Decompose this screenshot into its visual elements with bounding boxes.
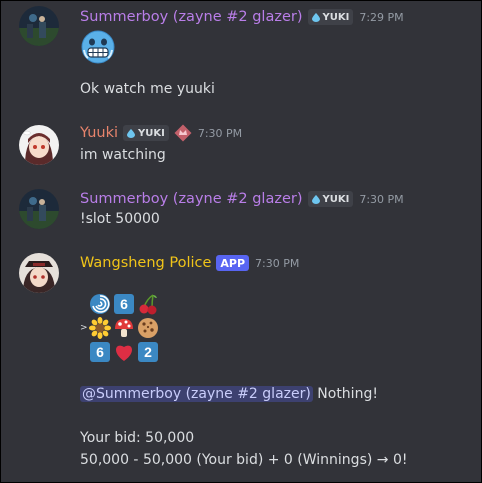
slot-machine-result: 6 > 6 2: [80, 292, 170, 364]
bid-line: Your bid: 50,000: [80, 430, 195, 446]
keycap-2-emoji: 2: [137, 341, 159, 363]
server-tag[interactable]: YUKI: [123, 125, 169, 141]
result-text: Nothing!: [312, 386, 378, 402]
user-mention[interactable]: @Summerboy (zayne #2 glazer): [80, 386, 313, 402]
droplet-icon: [311, 12, 320, 22]
pink-crown-badge-icon[interactable]: [174, 124, 192, 142]
calculation-line: 50,000 - 50,000 (Your bid) + 0 (Winnings…: [80, 452, 408, 468]
droplet-icon: [311, 194, 320, 204]
username[interactable]: Yuuki: [80, 125, 118, 141]
message-text: im watching: [80, 147, 166, 163]
avatar-summerboy[interactable]: [19, 189, 59, 229]
username[interactable]: Wangsheng Police: [80, 255, 211, 271]
chat-log: Summerboy (zayne #2 glazer) YUKI 7:29 PM: [0, 0, 482, 483]
slot-row: >: [80, 316, 170, 340]
username[interactable]: Summerboy (zayne #2 glazer): [80, 191, 303, 207]
server-tag[interactable]: YUKI: [307, 9, 354, 25]
avatar-wangsheng-police[interactable]: [19, 253, 59, 293]
timestamp: 7:29 PM: [359, 10, 404, 24]
droplet-icon: [127, 128, 135, 138]
sunflower-emoji: [89, 317, 111, 339]
keycap-6-emoji: 6: [89, 341, 111, 363]
message-text: Ok watch me yuuki: [80, 81, 215, 97]
server-tag[interactable]: YUKI: [307, 191, 354, 207]
avatar-summerboy[interactable]: [19, 6, 59, 46]
red-heart-emoji: [113, 341, 135, 363]
avatar-yuuki[interactable]: [19, 125, 59, 165]
slot-row: 6: [80, 292, 170, 316]
app-tag: APP: [216, 255, 250, 271]
cookie-emoji: [137, 317, 159, 339]
username[interactable]: Summerboy (zayne #2 glazer): [80, 9, 303, 25]
timestamp: 7:30 PM: [359, 192, 404, 206]
payline-arrow: >: [80, 323, 88, 333]
timestamp: 7:30 PM: [197, 126, 243, 140]
timestamp: 7:30 PM: [255, 256, 300, 270]
cherries-emoji: [137, 293, 159, 315]
cold-face-emoji: [81, 30, 115, 64]
mushroom-emoji: [113, 317, 135, 339]
message-text: !slot 50000: [80, 211, 160, 227]
slot-row: 6 2: [80, 340, 170, 364]
result-line: @Summerboy (zayne #2 glazer) Nothing!: [80, 386, 378, 402]
cyclone-emoji: [89, 293, 111, 315]
keycap-6-emoji: 6: [113, 293, 135, 315]
